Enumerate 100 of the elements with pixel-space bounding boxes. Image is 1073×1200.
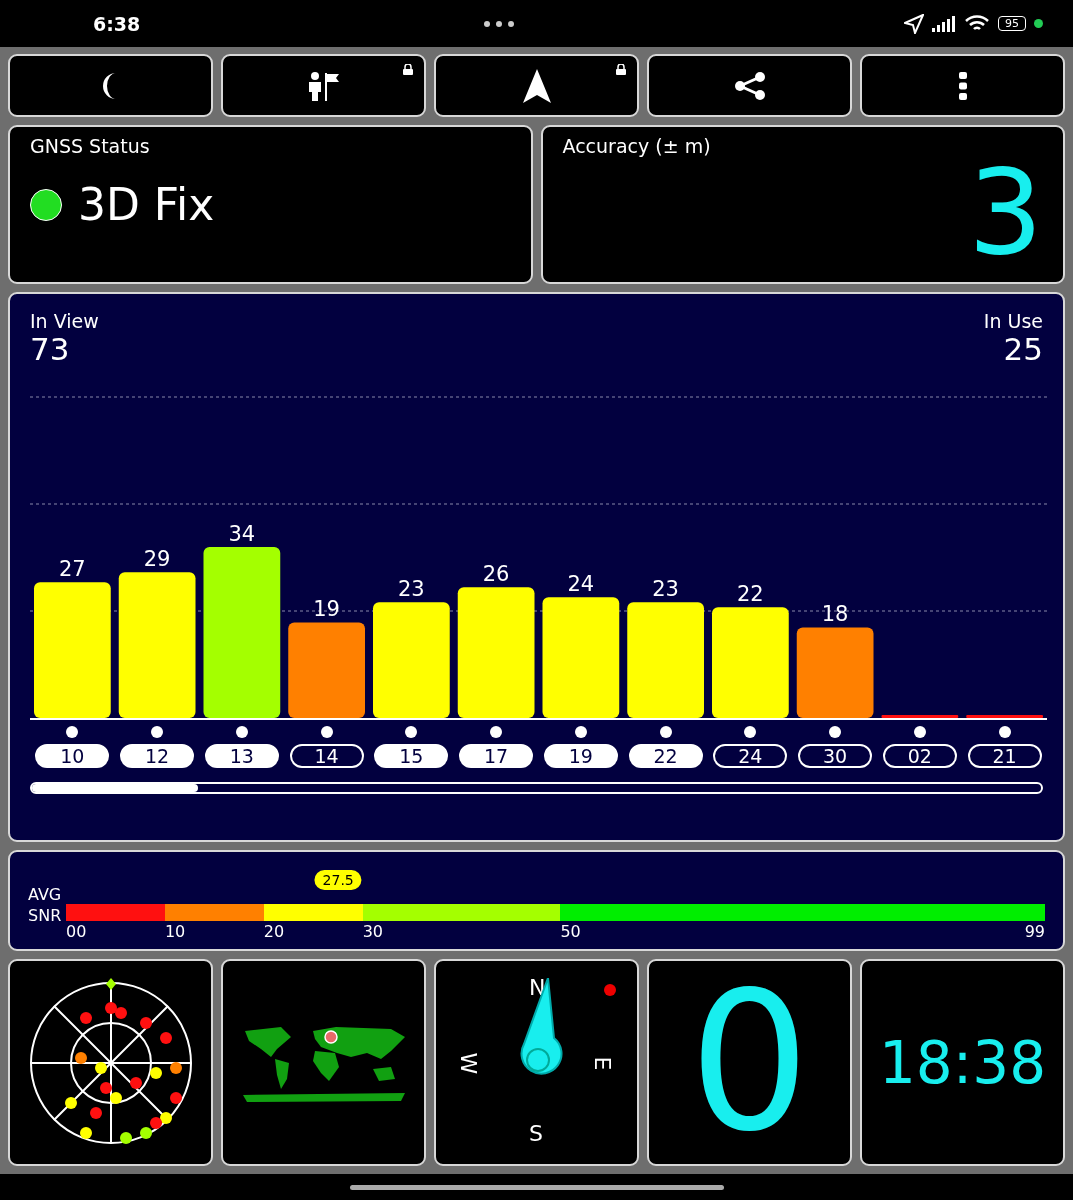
satellite-dot xyxy=(659,726,672,739)
satellite-marker xyxy=(169,1091,182,1104)
in-view-count: 73 xyxy=(30,332,70,367)
widget-tile[interactable]: 18:38 xyxy=(860,959,1065,1167)
snr-value: 22 xyxy=(737,582,764,607)
satellite-id: 17 xyxy=(459,744,534,769)
snr-value: 26 xyxy=(482,562,510,587)
compass-east: E xyxy=(590,1056,616,1071)
snr-value: 27 xyxy=(59,557,86,582)
status-time: 6:38 xyxy=(93,12,142,35)
satellite-id: 13 xyxy=(204,744,279,769)
satellite-dot xyxy=(829,726,842,739)
compass-marker-icon xyxy=(604,984,616,997)
satellite-marker xyxy=(114,1006,127,1019)
satellite-dot xyxy=(320,726,333,739)
fix-status-dot xyxy=(30,188,62,221)
satellite-marker xyxy=(79,1011,92,1024)
fix-status: 3D Fix xyxy=(78,179,215,231)
scale-tick: 50 xyxy=(560,922,581,942)
snr-value: 23 xyxy=(652,577,679,602)
satellite-id: 19 xyxy=(543,744,618,769)
share-icon xyxy=(733,71,766,100)
satellite-dot xyxy=(490,726,503,739)
card-title: GNSS Status xyxy=(30,135,151,158)
satellite-marker xyxy=(139,1016,152,1029)
satellite-id: 30 xyxy=(798,744,873,769)
satellite-id: 21 xyxy=(967,744,1042,769)
status-dot-icon xyxy=(1034,19,1043,29)
satellite-id: 14 xyxy=(289,744,364,769)
satellite-id: 02 xyxy=(882,744,957,769)
signal-icon xyxy=(932,15,958,32)
avg-snr-marker: 27.5 xyxy=(314,870,362,891)
satellite-dot xyxy=(998,726,1011,739)
satellite-dot xyxy=(66,726,79,739)
satellite-marker xyxy=(64,1096,77,1109)
satellite-marker xyxy=(79,1126,92,1139)
toolbar-button[interactable] xyxy=(647,54,852,118)
avg-label: AVG xyxy=(28,884,63,906)
satellite-dot xyxy=(744,726,757,739)
navigation-arrow-icon xyxy=(522,68,551,103)
snr-value: 24 xyxy=(567,572,595,597)
scrollbar[interactable] xyxy=(30,782,1043,795)
satellite-dot xyxy=(405,726,418,739)
toolbar-button[interactable] xyxy=(860,54,1065,118)
scale-tick: 99 xyxy=(1024,922,1045,942)
widget-tile[interactable] xyxy=(221,959,426,1167)
more-dots-icon xyxy=(483,20,514,27)
location-arrow-icon xyxy=(904,13,924,34)
satellite-dot xyxy=(913,726,926,739)
satellite-marker xyxy=(104,1001,117,1014)
satellite-marker xyxy=(109,1091,122,1104)
accuracy-value: 3 xyxy=(967,153,1043,272)
satellite-id: 10 xyxy=(35,744,110,769)
widget-tile[interactable] xyxy=(8,959,213,1167)
snr-value: 34 xyxy=(228,522,256,547)
widget-tile[interactable]: N E S W xyxy=(434,959,639,1167)
toolbar-button[interactable] xyxy=(434,54,639,118)
scale-tick: 30 xyxy=(362,922,383,942)
snr-value: 18 xyxy=(821,602,849,627)
more-icon xyxy=(958,71,967,100)
battery-level: 95 xyxy=(998,16,1026,32)
satellite-marker xyxy=(149,1116,162,1129)
satellite-marker xyxy=(119,1131,132,1144)
satellite-marker xyxy=(99,1081,112,1094)
satellite-marker xyxy=(105,977,116,990)
scale-tick: 00 xyxy=(66,922,87,942)
widget-tile[interactable]: 0 xyxy=(647,959,852,1167)
person-flag-icon xyxy=(306,70,341,101)
satellite-dot xyxy=(235,726,248,739)
toolbar-button[interactable] xyxy=(221,54,426,118)
satellite-marker xyxy=(159,1031,172,1044)
satellite-id: 24 xyxy=(713,744,788,769)
compass-west: W xyxy=(456,1052,482,1075)
satellite-marker xyxy=(94,1061,107,1074)
speed-value: 0 xyxy=(689,967,810,1158)
compass-south: S xyxy=(529,1121,543,1147)
clock-time: 18:38 xyxy=(878,1028,1047,1097)
in-use-count: 25 xyxy=(1003,332,1043,367)
satellite-marker xyxy=(74,1051,87,1064)
in-view-label: In View xyxy=(30,310,99,333)
satellite-id: 12 xyxy=(120,744,195,769)
in-use-label: In Use xyxy=(983,310,1043,333)
satellite-marker xyxy=(89,1106,102,1119)
satellite-marker xyxy=(129,1076,142,1089)
scale-tick: 10 xyxy=(164,922,186,942)
satellite-id: 15 xyxy=(374,744,449,769)
snr-value: 19 xyxy=(313,597,340,622)
satellite-marker xyxy=(169,1061,182,1074)
satellite-id: 22 xyxy=(628,744,703,769)
snr-value: 23 xyxy=(398,577,425,602)
satellite-dot xyxy=(151,726,164,739)
toolbar-button[interactable] xyxy=(8,54,213,118)
snr-value: 29 xyxy=(143,547,171,572)
satellite-marker xyxy=(159,1111,172,1124)
home-indicator[interactable] xyxy=(349,1184,724,1190)
satellite-marker xyxy=(149,1066,162,1079)
snr-label: SNR xyxy=(28,905,63,927)
compass-north: N xyxy=(529,975,546,1001)
card-title: Accuracy (± m) xyxy=(562,135,712,158)
satellite-marker xyxy=(139,1126,152,1139)
